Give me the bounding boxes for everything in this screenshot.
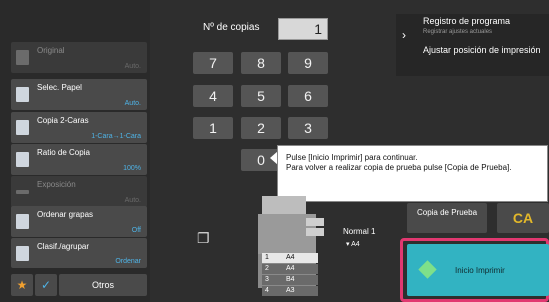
tray-1[interactable]: 1 A4 [262,253,318,263]
duplex-button[interactable]: Copia 2-Caras 1-Cara→1-Cara [11,112,147,143]
duplex-icon [16,120,29,135]
key-3[interactable]: 3 [288,117,328,139]
key-6[interactable]: 6 [288,85,328,107]
exposure-icon [16,190,29,194]
favorite-button[interactable]: ★ [11,274,33,296]
exposure-button[interactable]: Exposición Auto. [11,176,147,207]
document-icon [16,50,29,65]
start-print-label: Inicio Imprimir [455,266,505,275]
sort-group-button[interactable]: Clasif./agrupar Ordenar [11,238,147,268]
staple-sort-value: Off [131,227,141,234]
key-5[interactable]: 5 [241,85,281,107]
output-paper: ▾ A4 [346,241,360,248]
tray-3[interactable]: 3 B4 [262,275,318,285]
clear-all-button[interactable]: CA [497,203,549,233]
others-button[interactable]: Otros [59,274,147,296]
left-panel: Original Auto. Selec. Papel Auto. Copia … [0,0,150,302]
paper-feed-icon: ❐ [197,230,210,246]
key-4[interactable]: 4 [193,85,233,107]
paper-icon [16,87,29,102]
tooltip-line-2: Para volver a realizar copia de prueba p… [286,163,512,172]
copy-ratio-button[interactable]: Ratio de Copia 100% [11,144,147,175]
proof-copy-button[interactable]: Copia de Prueba [407,203,487,233]
check-button[interactable]: ✓ [35,274,57,296]
exposure-value: Auto. [124,197,141,204]
check-icon: ✓ [40,278,52,292]
sort-group-label: Clasif./agrupar [37,242,90,251]
copies-input[interactable]: 1 [278,18,328,40]
original-button[interactable]: Original Auto. [11,42,147,73]
key-1[interactable]: 1 [193,117,233,139]
paper-out-icon: ▾ [346,241,350,248]
original-value: Auto. [124,63,141,70]
key-7[interactable]: 7 [193,52,233,74]
paper-select-button[interactable]: Selec. Papel Auto. [11,79,147,110]
adjust-print-position[interactable]: Ajustar posición de impresión [423,45,543,56]
staple-sort-label: Ordenar grapas [37,210,94,219]
chevron-right-icon[interactable]: › [402,28,406,42]
start-icon [418,260,437,279]
staple-icon [16,214,29,229]
zoom-icon [16,152,29,167]
paper-select-value: Auto. [124,100,141,107]
paper-select-label: Selec. Papel [37,83,82,92]
tooltip-line-1: Pulse [Inicio Imprimir] para continuar. [286,153,418,162]
duplex-label: Copia 2-Caras [37,116,89,125]
start-print-button[interactable]: Inicio Imprimir [407,244,549,296]
staple-sort-button[interactable]: Ordenar grapas Off [11,206,147,237]
tray-4[interactable]: 4 A3 [262,286,318,296]
duplex-value: 1-Cara→1-Cara [91,133,141,140]
copy-ratio-value: 100% [123,165,141,172]
exposure-label: Exposición [37,180,76,189]
bottom-bar: ★ ✓ Otros [11,274,147,296]
tray-2[interactable]: 2 A4 [262,264,318,274]
output-mode: Normal 1 [343,227,376,236]
original-label: Original [37,46,65,55]
key-8[interactable]: 8 [241,52,281,74]
program-register-sub: Registrar ajustes actuales [423,29,493,35]
copies-label: Nº de copias [203,22,260,33]
tray-list: 1 A4 2 A4 3 B4 4 A3 [262,253,318,299]
sort-group-value: Ordenar [115,258,141,265]
star-icon: ★ [16,278,28,292]
sort-icon [16,246,29,261]
copy-ratio-label: Ratio de Copia [37,148,90,157]
program-register[interactable]: Registro de programa [423,16,510,26]
key-9[interactable]: 9 [288,52,328,74]
key-2[interactable]: 2 [241,117,281,139]
